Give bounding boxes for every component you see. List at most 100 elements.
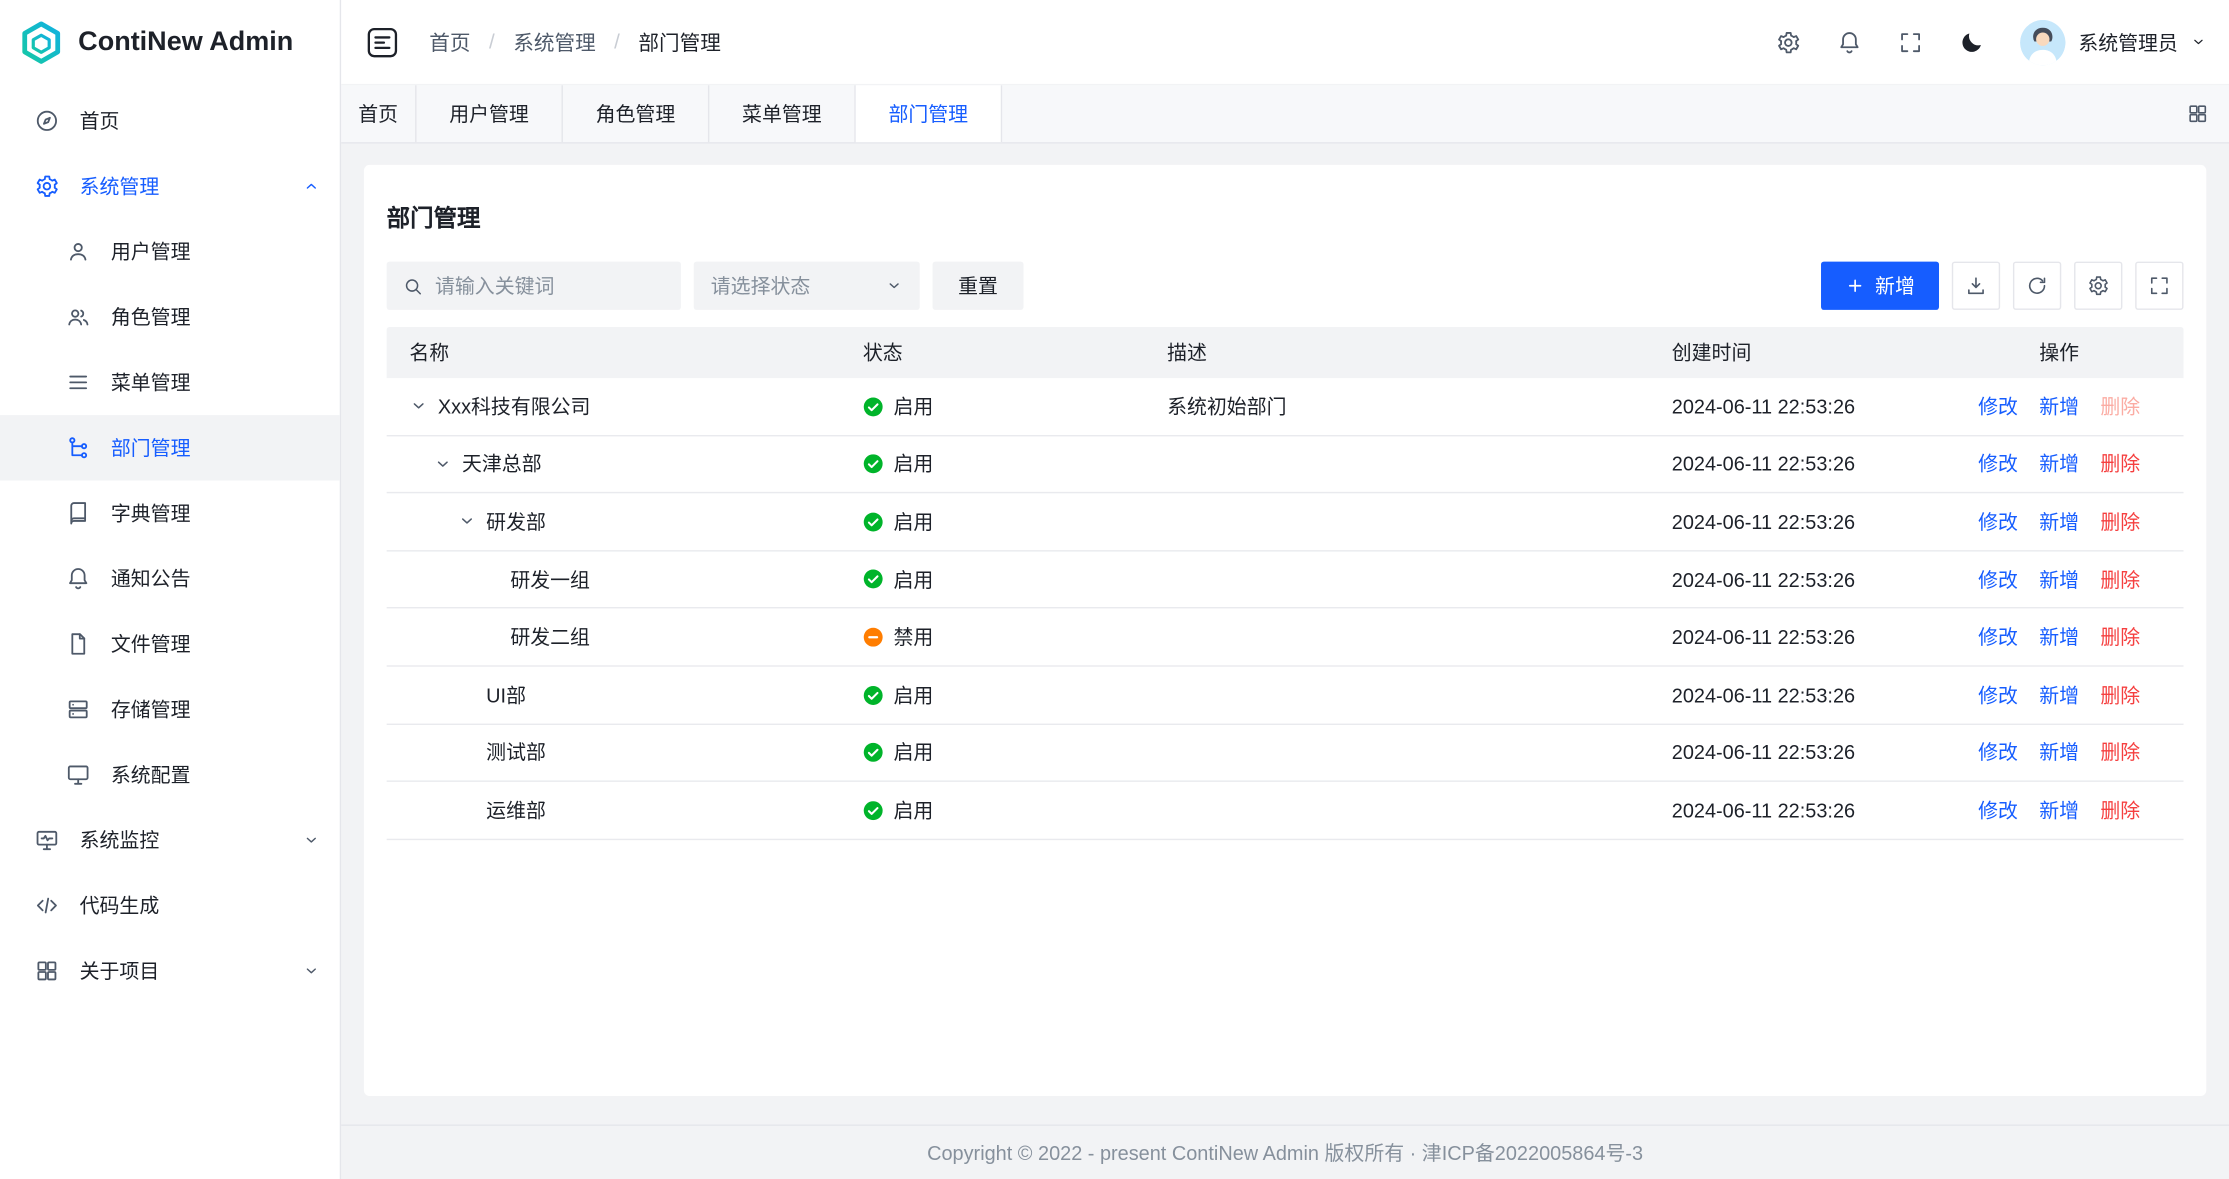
sidebar-item-system-management[interactable]: 系统管理 bbox=[0, 154, 340, 219]
moon-icon bbox=[1959, 29, 1985, 55]
status-cell: 启用 bbox=[840, 507, 1144, 535]
sidebar-item-system-monitor[interactable]: 系统监控 bbox=[0, 807, 340, 872]
delete-action-link[interactable]: 删除 bbox=[2100, 507, 2140, 535]
tab-department-management[interactable]: 部门管理 bbox=[856, 85, 1002, 142]
app-logo[interactable]: ContiNew Admin bbox=[0, 0, 340, 85]
sidebar-item-home[interactable]: 首页 bbox=[0, 88, 340, 153]
tab-user-management[interactable]: 用户管理 bbox=[417, 85, 563, 142]
status-enabled-icon bbox=[863, 685, 884, 706]
name-cell: 研发一组 bbox=[387, 565, 840, 593]
sidebar-item-department-management[interactable]: 部门管理 bbox=[0, 415, 340, 480]
tab-menu-management[interactable]: 菜单管理 bbox=[709, 85, 855, 142]
add-action-link[interactable]: 新增 bbox=[2039, 392, 2079, 420]
status-text: 启用 bbox=[893, 796, 933, 824]
add-action-link[interactable]: 新增 bbox=[2039, 681, 2079, 709]
created-time-cell: 2024-06-11 22:53:26 bbox=[1649, 683, 1935, 706]
add-action-link[interactable]: 新增 bbox=[2039, 507, 2079, 535]
sidebar-item-label: 系统管理 bbox=[80, 172, 303, 200]
expand-caret-icon[interactable] bbox=[458, 512, 486, 532]
edit-action-link[interactable]: 修改 bbox=[1978, 507, 2018, 535]
org-tree-icon bbox=[65, 435, 91, 461]
sidebar-menu: 首页 系统管理 用户管理 角色管理 菜单管理 部门管理 bbox=[0, 85, 340, 1003]
delete-action-link[interactable]: 删除 bbox=[2100, 738, 2140, 766]
status-select[interactable]: 请选择状态 bbox=[694, 262, 920, 310]
edit-action-link[interactable]: 修改 bbox=[1978, 565, 2018, 593]
fullscreen-button[interactable] bbox=[1898, 29, 1924, 55]
sidebar-item-label: 关于项目 bbox=[80, 957, 303, 985]
breadcrumb-item-home[interactable]: 首页 bbox=[429, 27, 470, 57]
edit-action-link[interactable]: 修改 bbox=[1978, 796, 2018, 824]
description-cell: 系统初始部门 bbox=[1144, 392, 1649, 420]
settings-icon bbox=[1776, 29, 1802, 55]
notification-button[interactable] bbox=[1837, 29, 1863, 55]
status-enabled-icon bbox=[863, 454, 884, 475]
name-cell: UI部 bbox=[387, 681, 840, 709]
created-time-cell: 2024-06-11 22:53:26 bbox=[1649, 568, 1935, 591]
expand-caret-icon[interactable] bbox=[434, 454, 462, 474]
header-actions: 系统管理员 bbox=[1776, 19, 2207, 64]
status-cell: 启用 bbox=[840, 738, 1144, 766]
user-icon bbox=[65, 239, 91, 265]
code-icon bbox=[34, 893, 60, 919]
sidebar-item-code-generation[interactable]: 代码生成 bbox=[0, 873, 340, 938]
table-row: 天津总部 启用 2024-06-11 22:53:26 修改 新增 删除 bbox=[387, 436, 2184, 494]
tabs-actions-button[interactable] bbox=[2166, 85, 2229, 142]
sidebar: ContiNew Admin 首页 系统管理 用户管理 角色管理 bbox=[0, 0, 341, 1179]
sidebar-collapse-button[interactable] bbox=[364, 23, 401, 60]
created-time-cell: 2024-06-11 22:53:26 bbox=[1649, 453, 1935, 476]
user-menu[interactable]: 系统管理员 bbox=[2020, 19, 2206, 64]
sidebar-item-file-management[interactable]: 文件管理 bbox=[0, 611, 340, 676]
edit-action-link[interactable]: 修改 bbox=[1978, 450, 2018, 478]
status-cell: 启用 bbox=[840, 681, 1144, 709]
add-action-link[interactable]: 新增 bbox=[2039, 565, 2079, 593]
sidebar-item-user-management[interactable]: 用户管理 bbox=[0, 219, 340, 284]
theme-toggle-button[interactable] bbox=[1959, 29, 1985, 55]
column-header-name: 名称 bbox=[387, 327, 840, 378]
tab-home[interactable]: 首页 bbox=[341, 85, 416, 142]
table-row: UI部 启用 2024-06-11 22:53:26 修改 新增 删除 bbox=[387, 667, 2184, 725]
search-input[interactable] bbox=[435, 274, 665, 297]
status-cell: 启用 bbox=[840, 450, 1144, 478]
export-button[interactable] bbox=[1952, 262, 2000, 310]
table-row: Xxx科技有限公司 启用 系统初始部门 2024-06-11 22:53:26 … bbox=[387, 378, 2184, 436]
settings-button[interactable] bbox=[1776, 29, 1802, 55]
fullscreen-icon bbox=[2148, 274, 2171, 297]
add-action-link[interactable]: 新增 bbox=[2039, 796, 2079, 824]
sidebar-item-about-project[interactable]: 关于项目 bbox=[0, 938, 340, 1003]
add-action-link[interactable]: 新增 bbox=[2039, 738, 2079, 766]
actions-cell: 修改 新增 删除 bbox=[1935, 681, 2184, 709]
delete-action-link[interactable]: 删除 bbox=[2100, 450, 2140, 478]
sidebar-item-system-config[interactable]: 系统配置 bbox=[0, 742, 340, 807]
edit-action-link[interactable]: 修改 bbox=[1978, 738, 2018, 766]
edit-action-link[interactable]: 修改 bbox=[1978, 392, 2018, 420]
refresh-button[interactable] bbox=[2013, 262, 2061, 310]
sidebar-item-role-management[interactable]: 角色管理 bbox=[0, 284, 340, 349]
dept-name: 研发二组 bbox=[510, 623, 590, 651]
expand-caret-icon[interactable] bbox=[409, 396, 437, 416]
name-cell: Xxx科技有限公司 bbox=[387, 392, 840, 420]
edit-action-link[interactable]: 修改 bbox=[1978, 681, 2018, 709]
name-cell: 研发部 bbox=[387, 507, 840, 535]
sidebar-item-label: 通知公告 bbox=[111, 564, 320, 592]
sidebar-item-notice[interactable]: 通知公告 bbox=[0, 546, 340, 611]
tab-role-management[interactable]: 角色管理 bbox=[563, 85, 709, 142]
sidebar-item-label: 文件管理 bbox=[111, 630, 320, 658]
delete-action-link[interactable]: 删除 bbox=[2100, 565, 2140, 593]
edit-action-link[interactable]: 修改 bbox=[1978, 623, 2018, 651]
status-enabled-icon bbox=[863, 511, 884, 532]
user-name: 系统管理员 bbox=[2078, 28, 2178, 56]
add-action-link[interactable]: 新增 bbox=[2039, 623, 2079, 651]
column-settings-button[interactable] bbox=[2074, 262, 2122, 310]
add-action-link[interactable]: 新增 bbox=[2039, 450, 2079, 478]
breadcrumb-item-system[interactable]: 系统管理 bbox=[513, 27, 595, 57]
sidebar-item-dict-management[interactable]: 字典管理 bbox=[0, 480, 340, 545]
plus-icon bbox=[1845, 276, 1865, 296]
delete-action-link[interactable]: 删除 bbox=[2100, 681, 2140, 709]
reset-button[interactable]: 重置 bbox=[933, 262, 1024, 310]
delete-action-link[interactable]: 删除 bbox=[2100, 623, 2140, 651]
sidebar-item-menu-management[interactable]: 菜单管理 bbox=[0, 350, 340, 415]
add-button[interactable]: 新增 bbox=[1821, 262, 1939, 310]
delete-action-link[interactable]: 删除 bbox=[2100, 796, 2140, 824]
table-fullscreen-button[interactable] bbox=[2135, 262, 2183, 310]
sidebar-item-storage-management[interactable]: 存储管理 bbox=[0, 677, 340, 742]
